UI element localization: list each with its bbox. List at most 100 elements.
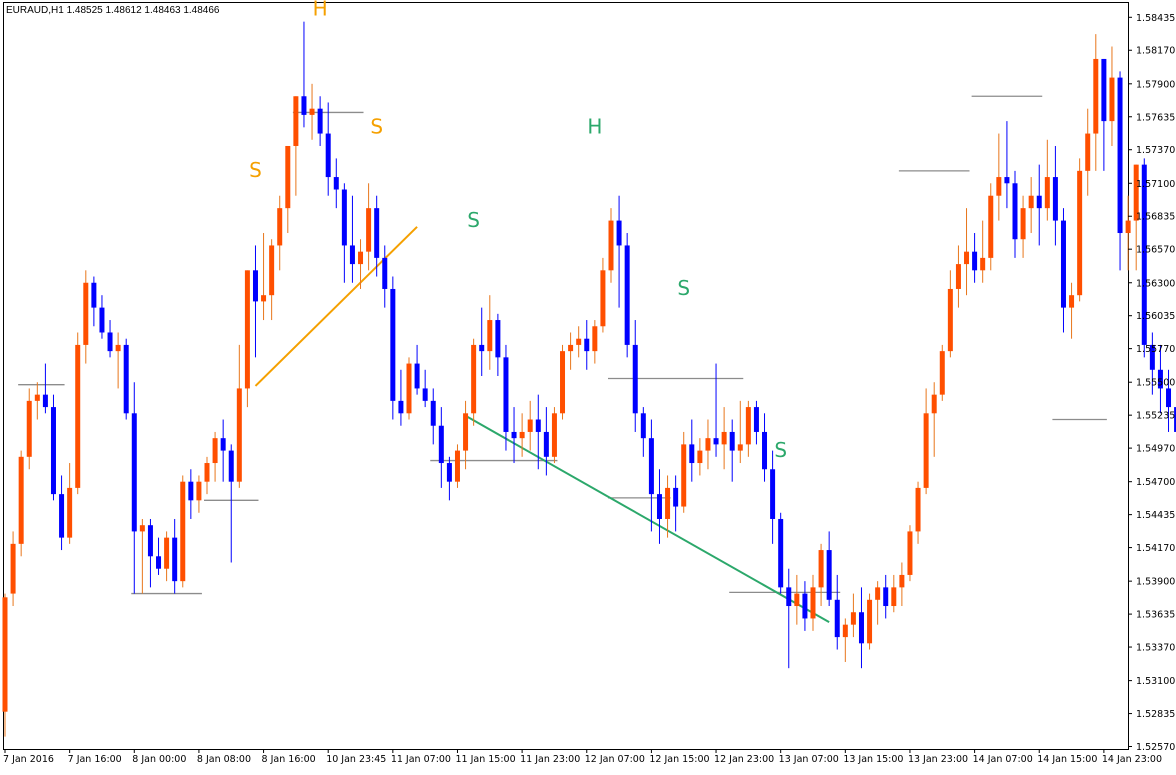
y-tick-label: 1.57370: [1136, 145, 1175, 156]
x-tick-label: 14 Jan 07:00: [973, 754, 1033, 765]
candle-body: [673, 488, 678, 507]
pattern-annotations: HSSSHSS: [249, 0, 787, 462]
candle-bear: [342, 183, 347, 282]
candle-body: [423, 388, 428, 400]
candle-bear: [99, 295, 104, 339]
candle-body: [463, 413, 468, 450]
y-tick-label: 1.56035: [1136, 311, 1175, 322]
candle-bull: [366, 183, 371, 270]
candle-body: [318, 109, 323, 134]
x-tick-label: 11 Jan 07:00: [391, 754, 451, 765]
candlestick-chart[interactable]: HSSSHSS 1.584351.581701.579001.576351.57…: [0, 0, 1176, 770]
candle-bull: [552, 407, 557, 463]
candle-body: [802, 594, 807, 619]
candle-bull: [285, 146, 290, 233]
candle-bear: [657, 469, 662, 544]
candle-body: [455, 451, 460, 482]
candle-bear: [584, 320, 589, 370]
candle-body: [99, 308, 104, 333]
candle-body: [536, 420, 541, 432]
candle-bear: [1061, 208, 1066, 332]
candle-body: [754, 407, 759, 432]
candle-body: [108, 332, 113, 351]
y-tick-label: 1.54435: [1136, 510, 1175, 521]
candle-bear: [972, 233, 977, 283]
candle-bear: [439, 407, 444, 488]
candle-body: [722, 432, 727, 444]
candle-body: [43, 395, 48, 407]
candle-bear: [714, 364, 719, 457]
y-tick-label: 1.54700: [1136, 477, 1175, 488]
candle-body: [301, 96, 306, 115]
candle-bull: [1029, 177, 1034, 233]
candle-bull: [19, 451, 24, 557]
candle-body: [924, 413, 929, 488]
candle-body: [495, 320, 500, 357]
candle-body: [835, 600, 840, 637]
candle-body: [996, 177, 1001, 196]
y-tick-label: 1.57900: [1136, 79, 1175, 90]
candle-body: [851, 612, 856, 624]
candle-body: [326, 134, 331, 178]
candle-bear: [859, 587, 864, 668]
candle-body: [827, 550, 832, 600]
candle-bull: [67, 463, 72, 544]
candle-body: [633, 345, 638, 413]
candle-bull: [907, 525, 912, 581]
candle-bull: [237, 345, 242, 488]
candle-bear: [625, 233, 630, 357]
candle-body: [390, 289, 395, 401]
y-tick-label: 1.53100: [1136, 676, 1175, 687]
y-tick-label: 1.52570: [1136, 742, 1175, 753]
candle-body: [778, 519, 783, 587]
candle-bear: [1101, 59, 1106, 171]
candle-bear: [172, 519, 177, 594]
candle-body: [67, 488, 72, 538]
candle-body: [964, 252, 969, 264]
candle-bear: [649, 420, 654, 532]
candle-bull: [738, 401, 743, 463]
pattern-label: S: [370, 115, 383, 139]
candle-bear: [350, 196, 355, 283]
candle-body: [205, 463, 210, 482]
candle-body: [1029, 196, 1034, 208]
candle-body: [213, 438, 218, 463]
candle-bear: [318, 96, 323, 146]
y-tick-label: 1.57635: [1136, 112, 1175, 123]
candle-body: [705, 438, 710, 450]
pattern-label: S: [677, 276, 690, 300]
candle-body: [334, 177, 339, 189]
candle-body: [576, 339, 581, 345]
candle-body: [3, 597, 8, 711]
candle-bear: [633, 320, 638, 432]
candle-body: [439, 426, 444, 463]
candle-body: [19, 457, 24, 544]
candle-body: [269, 245, 274, 295]
candle-body: [552, 413, 557, 457]
candle-bull: [261, 233, 266, 320]
candle-bear: [229, 444, 234, 562]
candle-body: [310, 109, 315, 115]
candle-body: [116, 345, 121, 351]
candle-bull: [932, 382, 937, 457]
candle-bear: [447, 457, 452, 501]
candle-body: [867, 600, 872, 644]
candle-bear: [617, 196, 622, 308]
candle-bear: [1037, 165, 1042, 246]
candle-bull: [609, 208, 614, 283]
symbol-info: EURAUD,H1 1.48525 1.48612 1.48463 1.4846…: [6, 5, 220, 16]
candle-body: [156, 556, 161, 568]
candle-bull: [794, 575, 799, 625]
chart-frame[interactable]: HSSSHSS 1.584351.581701.579001.576351.57…: [0, 0, 1176, 770]
x-tick-label: 13 Jan 07:00: [779, 754, 839, 765]
candle-bull: [956, 245, 961, 307]
y-tick-label: 1.55770: [1136, 344, 1175, 355]
candle-bear: [334, 158, 339, 208]
candle-bear: [689, 420, 694, 482]
plot-border: [4, 3, 1129, 750]
candle-body: [51, 407, 56, 494]
candle-body: [261, 295, 266, 301]
candle-bull: [948, 270, 953, 357]
candle-body: [665, 488, 670, 519]
candle-body: [253, 270, 258, 301]
